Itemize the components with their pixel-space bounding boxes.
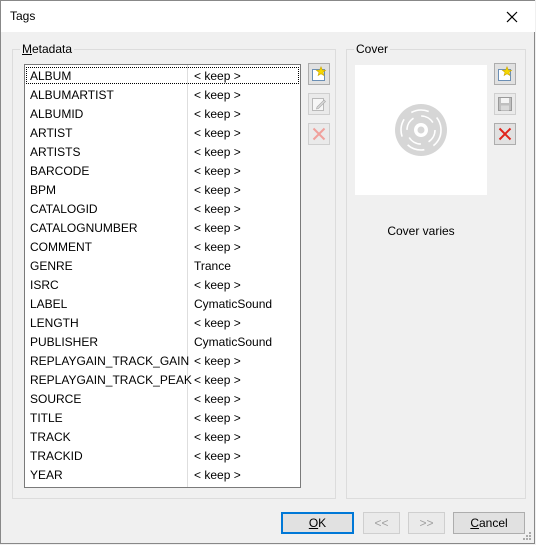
tag-row-label[interactable]: LABEL CymaticSound	[25, 294, 300, 313]
disc-icon	[395, 104, 447, 156]
star-add-icon	[312, 66, 327, 81]
ok-button[interactable]: OK	[281, 512, 354, 534]
tag-name: TRACK	[30, 430, 71, 444]
tag-value: < keep >	[194, 240, 241, 254]
tag-value: < keep >	[194, 69, 241, 83]
tag-name: CATALOGID	[30, 202, 98, 216]
tag-value: < keep >	[194, 183, 241, 197]
floppy-disk-icon	[498, 97, 512, 111]
tag-row-catalogid[interactable]: CATALOGID < keep >	[25, 199, 300, 218]
tag-row-catalognumber[interactable]: CATALOGNUMBER < keep >	[25, 218, 300, 237]
tag-name: ALBUMARTIST	[30, 88, 114, 102]
delete-tag-button[interactable]	[308, 123, 330, 145]
tag-row-isrc[interactable]: ISRC < keep >	[25, 275, 300, 294]
metadata-group-label: Metadata	[20, 42, 75, 56]
cover-group-label: Cover	[354, 42, 391, 56]
tag-name: ALBUM	[30, 69, 72, 83]
tag-name: SOURCE	[30, 392, 82, 406]
tag-name: ISRC	[30, 278, 59, 292]
tag-name: LABEL	[30, 297, 68, 311]
previous-button[interactable]: <<	[363, 512, 400, 534]
tag-value: < keep >	[194, 354, 241, 368]
tag-row-year[interactable]: YEAR < keep >	[25, 465, 300, 484]
tag-value: < keep >	[194, 164, 241, 178]
tag-row-barcode[interactable]: BARCODE < keep >	[25, 161, 300, 180]
tag-name: COMMENT	[30, 240, 92, 254]
tag-value: < keep >	[194, 202, 241, 216]
tags-dialog: Tags Metadata ALBUM < keep > ALBUMARTIST < …	[0, 0, 535, 544]
tag-name: ARTIST	[30, 126, 73, 140]
tag-row-bpm[interactable]: BPM < keep >	[25, 180, 300, 199]
cover-caption: Cover varies	[387, 224, 455, 238]
tag-value: < keep >	[194, 278, 241, 292]
tag-row-comment[interactable]: COMMENT < keep >	[25, 237, 300, 256]
tag-row-artists[interactable]: ARTISTS < keep >	[25, 142, 300, 161]
tag-row-source[interactable]: SOURCE < keep >	[25, 389, 300, 408]
tag-name: YEAR	[30, 468, 63, 482]
tag-value: < keep >	[194, 221, 241, 235]
red-x-icon	[498, 127, 512, 141]
resize-grip-icon[interactable]	[522, 531, 532, 541]
tag-value: CymaticSound	[194, 335, 273, 349]
edit-icon	[312, 98, 326, 111]
tag-row-artist[interactable]: ARTIST < keep >	[25, 123, 300, 142]
tag-name: GENRE	[30, 259, 73, 273]
tag-name: PUBLISHER	[30, 335, 99, 349]
tag-row-publisher[interactable]: PUBLISHER CymaticSound	[25, 332, 300, 351]
tag-row-title[interactable]: TITLE < keep >	[25, 408, 300, 427]
tag-value: < keep >	[194, 411, 241, 425]
tag-name: REPLAYGAIN_TRACK_GAIN	[30, 354, 190, 368]
next-button[interactable]: >>	[408, 512, 445, 534]
add-cover-button[interactable]	[494, 63, 516, 85]
tag-name: REPLAYGAIN_TRACK_PEAK	[30, 373, 192, 387]
star-add-icon	[498, 66, 513, 81]
add-tag-button[interactable]	[308, 63, 330, 85]
close-icon	[506, 11, 518, 22]
tag-value: < keep >	[194, 449, 241, 463]
tag-row-trackid[interactable]: TRACKID < keep >	[25, 446, 300, 465]
tag-value: Trance	[194, 259, 231, 273]
tag-row-album[interactable]: ALBUM < keep >	[25, 66, 300, 85]
tag-name: LENGTH	[30, 316, 79, 330]
tag-row-length[interactable]: LENGTH < keep >	[25, 313, 300, 332]
tag-value: < keep >	[194, 373, 241, 387]
tag-row-genre[interactable]: GENRE Trance	[25, 256, 300, 275]
tag-row-albumid[interactable]: ALBUMID < keep >	[25, 104, 300, 123]
tag-value: < keep >	[194, 392, 241, 406]
save-cover-button[interactable]	[494, 93, 516, 115]
tag-value: < keep >	[194, 468, 241, 482]
tag-row-albumartist[interactable]: ALBUMARTIST < keep >	[25, 85, 300, 104]
edit-tag-button[interactable]	[308, 93, 330, 115]
window-title: Tags	[10, 9, 36, 23]
red-x-icon	[312, 127, 326, 141]
tag-name: TRACKID	[30, 449, 83, 463]
tag-value: < keep >	[194, 126, 241, 140]
tag-value: < keep >	[194, 430, 241, 444]
delete-cover-button[interactable]	[494, 123, 516, 145]
tag-row-replaygain_track_gain[interactable]: REPLAYGAIN_TRACK_GAIN < keep >	[25, 351, 300, 370]
cancel-button[interactable]: Cancel	[453, 512, 525, 534]
tag-value: < keep >	[194, 145, 241, 159]
tag-value: < keep >	[194, 316, 241, 330]
cover-image-box	[355, 65, 487, 195]
tag-value: < keep >	[194, 88, 241, 102]
tag-name: TITLE	[30, 411, 63, 425]
tag-name: ALBUMID	[30, 107, 84, 121]
title-bar: Tags	[1, 1, 535, 32]
tag-row-track[interactable]: TRACK < keep >	[25, 427, 300, 446]
tag-name: BPM	[30, 183, 57, 197]
tag-value: CymaticSound	[194, 297, 273, 311]
tag-name: ARTISTS	[30, 145, 81, 159]
tag-name: BARCODE	[30, 164, 90, 178]
close-button[interactable]	[489, 1, 535, 32]
tag-name: CATALOGNUMBER	[30, 221, 138, 235]
metadata-list[interactable]: ALBUM < keep > ALBUMARTIST < keep > ALBUMID <…	[24, 64, 301, 488]
tag-value: < keep >	[194, 107, 241, 121]
tag-row-replaygain_track_peak[interactable]: REPLAYGAIN_TRACK_PEAK < keep >	[25, 370, 300, 389]
